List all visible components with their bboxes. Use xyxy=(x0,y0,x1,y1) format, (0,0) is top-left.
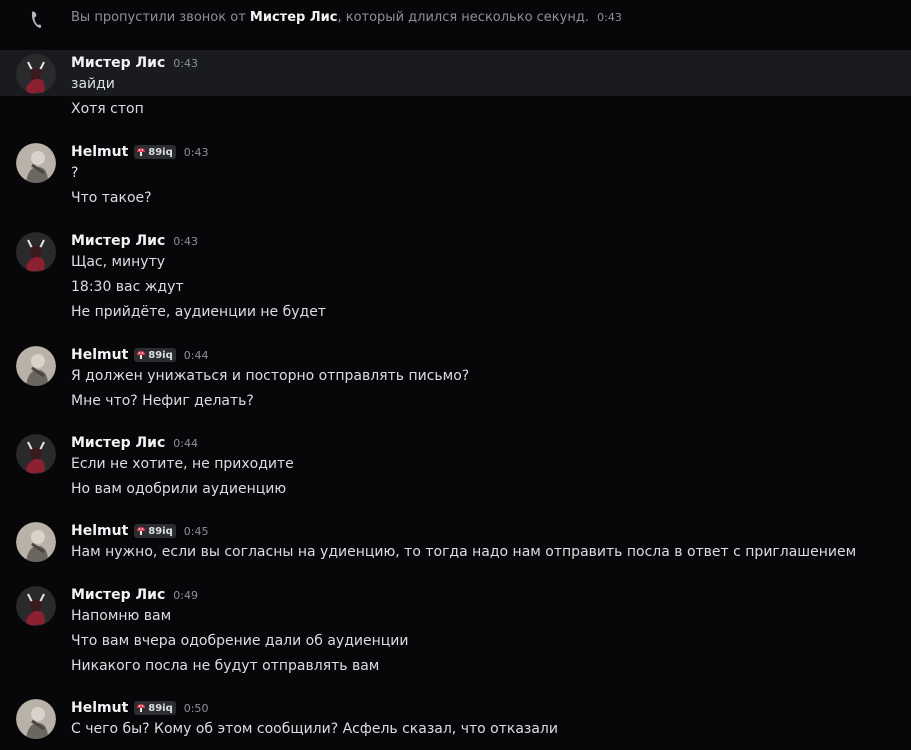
author-name[interactable]: Мистер Лис xyxy=(71,233,165,249)
user-tag[interactable]: 89iq xyxy=(134,524,176,538)
message-text: ? xyxy=(71,165,79,181)
message-header: Мистер Лис 0:44 xyxy=(71,434,198,452)
helmut-avatar-icon[interactable] xyxy=(16,522,56,562)
mushroom-icon xyxy=(137,351,146,359)
message-timestamp: 0:44 xyxy=(183,348,209,362)
message-text: Я должен унижаться и посторно отправлять… xyxy=(71,368,470,384)
message-timestamp: 0:43 xyxy=(173,56,198,70)
user-tag[interactable]: 89iq xyxy=(134,145,176,159)
user-tag-label: 89iq xyxy=(148,702,173,714)
message-text: Если не хотите, не приходите xyxy=(71,456,294,472)
fox-avatar-icon[interactable] xyxy=(16,434,56,474)
message-text: Нам нужно, если вы согласны на удиенцию,… xyxy=(71,544,857,560)
message-group: Helmut 89iq 0:45 Нам нужно, если вы согл… xyxy=(0,518,911,563)
message-header: Мистер Лис 0:49 xyxy=(71,586,198,604)
missed-call-notice: Вы пропустили звонок от Мистер Лис, кото… xyxy=(0,0,911,36)
missed-call-caller[interactable]: Мистер Лис xyxy=(250,10,338,25)
helmut-avatar-icon[interactable] xyxy=(16,699,56,739)
mushroom-icon xyxy=(137,148,146,156)
message-text: Никакого посла не будут отправлять вам xyxy=(71,658,380,674)
message-text: зайди xyxy=(71,76,115,92)
message-timestamp: 0:49 xyxy=(173,588,198,602)
message-group: Helmut 89iq 0:44 Я должен унижаться и по… xyxy=(0,342,911,412)
fox-avatar-icon[interactable] xyxy=(16,232,56,272)
message-timestamp: 0:43 xyxy=(183,145,209,159)
message-group: Мистер Лис 0:44 Если не хотите, не прихо… xyxy=(0,430,911,500)
message-text: Щас, минуту xyxy=(71,254,166,270)
message-text: Но вам одобрили аудиенцию xyxy=(71,481,287,497)
message-text: 18:30 вас ждут xyxy=(71,279,184,295)
helmut-avatar-icon[interactable] xyxy=(16,143,56,183)
missed-call-text: Вы пропустили звонок от Мистер Лис, кото… xyxy=(71,10,622,25)
message-text: Мне что? Нефиг делать? xyxy=(71,393,254,409)
author-name[interactable]: Helmut xyxy=(71,347,128,363)
fox-avatar-icon[interactable] xyxy=(16,54,56,94)
message-group: Helmut 89iq 0:50 С чего бы? Кому об этом… xyxy=(0,695,911,740)
helmut-avatar-icon[interactable] xyxy=(16,346,56,386)
message-header: Helmut 89iq 0:44 xyxy=(71,346,208,364)
message-header: Мистер Лис 0:43 xyxy=(71,54,198,72)
author-name[interactable]: Мистер Лис xyxy=(71,55,165,71)
message-group: Мистер Лис 0:43 зайди Хотя стоп xyxy=(0,50,911,120)
message-text: Хотя стоп xyxy=(71,101,144,117)
message-header: Helmut 89iq 0:50 xyxy=(71,699,208,717)
message-text: Напомню вам xyxy=(71,608,172,624)
author-name[interactable]: Helmut xyxy=(71,700,128,716)
user-tag-label: 89iq xyxy=(148,349,173,361)
message-text: Что вам вчера одобрение дали об аудиенци… xyxy=(71,633,409,649)
message-group: Helmut 89iq 0:43 ? Что такое? xyxy=(0,139,911,209)
message-group: Мистер Лис 0:43 Щас, минуту 18:30 вас жд… xyxy=(0,228,911,323)
message-timestamp: 0:43 xyxy=(173,234,198,248)
message-text: С чего бы? Кому об этом сообщили? Асфель… xyxy=(71,721,558,737)
user-tag[interactable]: 89iq xyxy=(134,348,176,362)
message-header: Helmut 89iq 0:45 xyxy=(71,522,208,540)
user-tag[interactable]: 89iq xyxy=(134,701,176,715)
user-tag-label: 89iq xyxy=(148,146,173,158)
user-tag-label: 89iq xyxy=(148,525,173,537)
author-name[interactable]: Мистер Лис xyxy=(71,435,165,451)
message-timestamp: 0:50 xyxy=(183,701,209,715)
mushroom-icon xyxy=(137,704,146,712)
message-timestamp: 0:44 xyxy=(173,436,198,450)
author-name[interactable]: Helmut xyxy=(71,144,128,160)
missed-call-time: 0:43 xyxy=(597,11,622,24)
author-name[interactable]: Мистер Лис xyxy=(71,587,165,603)
fox-avatar-icon[interactable] xyxy=(16,586,56,626)
phone-missed-icon xyxy=(31,11,42,28)
missed-call-suffix: , который длился несколько секунд. xyxy=(337,10,589,25)
message-timestamp: 0:45 xyxy=(183,524,209,538)
missed-call-prefix: Вы пропустили звонок от xyxy=(71,10,246,25)
message-header: Helmut 89iq 0:43 xyxy=(71,143,208,161)
message-text: Что такое? xyxy=(71,190,152,206)
author-name[interactable]: Helmut xyxy=(71,523,128,539)
message-text: Не прийдёте, аудиенции не будет xyxy=(71,304,326,320)
message-header: Мистер Лис 0:43 xyxy=(71,232,198,250)
mushroom-icon xyxy=(137,527,146,535)
message-group: Мистер Лис 0:49 Напомню вам Что вам вчер… xyxy=(0,582,911,677)
